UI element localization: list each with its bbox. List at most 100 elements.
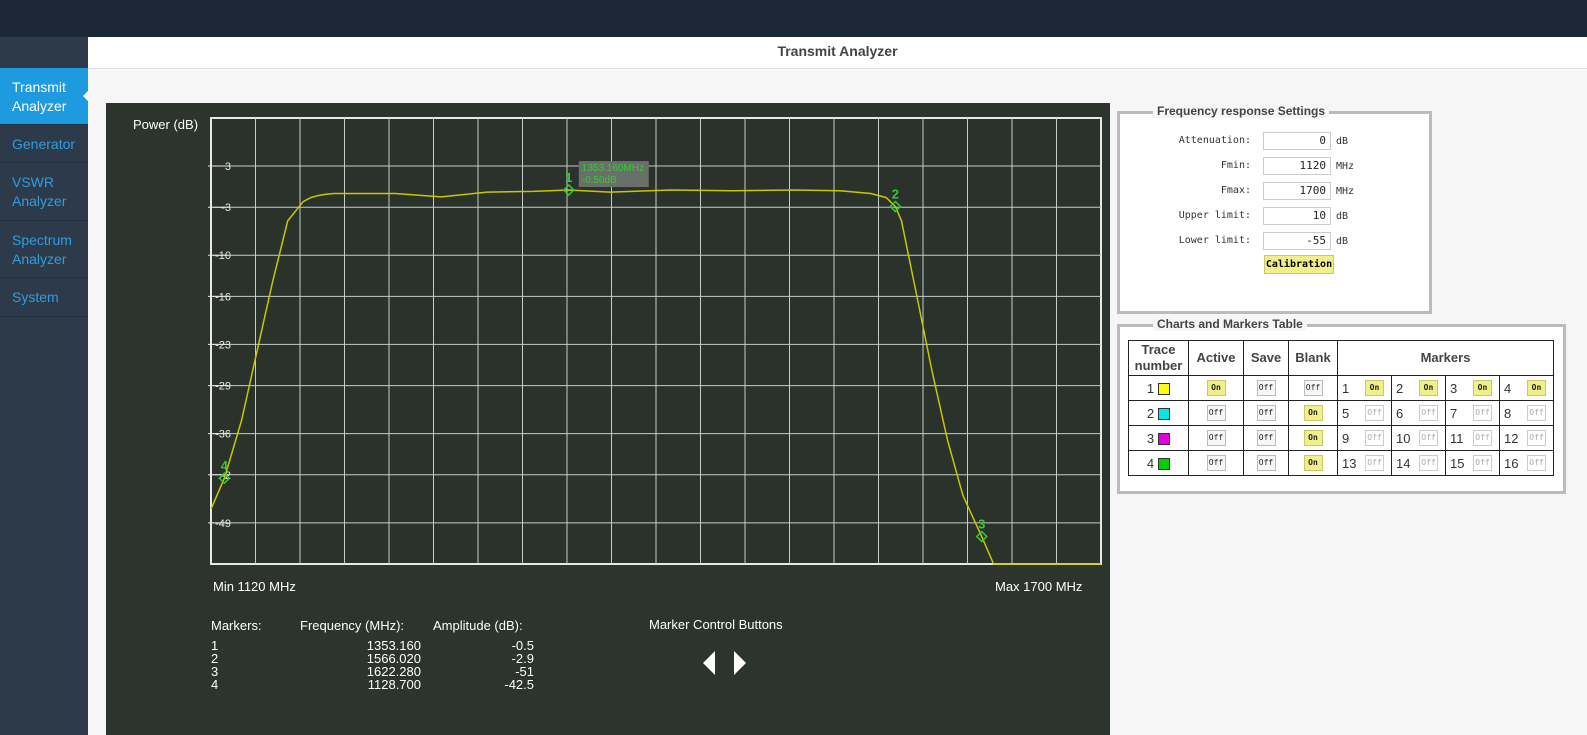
marker-cell: 10 Off: [1391, 425, 1446, 451]
save-cell: Off: [1243, 450, 1289, 476]
trace-number: 3: [1146, 430, 1155, 446]
y-tick-label: -3: [221, 202, 231, 214]
markers-column-header: Markers:: [211, 618, 262, 633]
marker-toggle[interactable]: Off: [1419, 430, 1438, 447]
marker-cell: 2 On: [1391, 375, 1446, 401]
trace-row: 1 On Off Off 1 On 2 On 3 On 4 On: [1128, 375, 1554, 401]
fmin-input[interactable]: 1120: [1263, 157, 1331, 175]
attenuation-unit: dB: [1336, 136, 1349, 147]
marker-cell: 8 Off: [1499, 400, 1554, 426]
marker-toggle[interactable]: Off: [1473, 430, 1492, 447]
amplitude-column-header: Amplitude (dB):: [433, 618, 523, 633]
trace-row: 3 Off Off On 9 Off 10 Off 11 Off 12 Off: [1128, 425, 1554, 451]
traces-table: Trace number Active Save Blank Markers 1O…: [1128, 340, 1554, 476]
marker-number: 12: [1504, 430, 1519, 446]
marker-id: 4: [211, 677, 219, 692]
chart-panel: 3 -3 -10 -16 -23 -29 -36 -2 -49 1353.160MHz -0.50d…: [106, 103, 1110, 735]
trace-color-swatch: [1158, 408, 1171, 421]
marker-cell: 13 Off: [1337, 450, 1392, 476]
save-cell: Off: [1243, 425, 1289, 451]
attenuation-label: Attenuation:: [1178, 135, 1251, 146]
marker-cell: 4 On: [1499, 375, 1554, 401]
fmax-input[interactable]: 1700: [1263, 182, 1331, 200]
sidebar-item-generator[interactable]: Generator: [0, 125, 88, 163]
sidebar-item-spectrum-analyzer[interactable]: Spectrum Analyzer: [0, 221, 88, 278]
attenuation-input[interactable]: 0: [1263, 132, 1331, 150]
trace-active-toggle[interactable]: Off: [1206, 455, 1226, 472]
marker-cell: 6 Off: [1391, 400, 1446, 426]
trace-color-swatch: [1158, 458, 1171, 471]
trace-number: 2: [1146, 405, 1155, 421]
top-bar: [0, 0, 1587, 37]
marker-toggle[interactable]: Off: [1419, 405, 1438, 422]
marker-toggle[interactable]: On: [1473, 380, 1492, 397]
marker-number: 11: [1450, 430, 1464, 446]
y-tick-label: -23: [215, 339, 231, 351]
upper-limit-unit: dB: [1336, 211, 1349, 222]
frequency-response-chart[interactable]: 3-3-10-16-23-29-36-2-491353.160MHz-0.50d…: [106, 103, 1110, 735]
marker-number: 7: [1450, 405, 1458, 421]
trace-active-toggle[interactable]: On: [1206, 380, 1226, 397]
fmax-label: Fmax:: [1220, 185, 1251, 196]
marker-cell: 3 On: [1445, 375, 1500, 401]
marker-tooltip-frequency: 1353.160MHz: [582, 163, 644, 174]
marker-label: 4: [221, 458, 229, 473]
attenuation-row: Attenuation: 0 dB: [1120, 132, 1429, 152]
marker-label: 2: [892, 187, 899, 202]
marker-frequency: 1128.700: [367, 677, 421, 692]
marker-number: 15: [1450, 455, 1465, 471]
trace-number: 4: [1146, 455, 1155, 471]
trace-blank-toggle[interactable]: Off: [1303, 380, 1323, 397]
trace-number-cell: 1: [1128, 375, 1189, 401]
marker-number: 2: [1396, 380, 1404, 396]
marker-next-button[interactable]: [734, 651, 746, 675]
marker-toggle[interactable]: Off: [1365, 430, 1384, 447]
trace-blank-toggle[interactable]: On: [1303, 455, 1323, 472]
trace-number-cell: 2: [1128, 400, 1189, 426]
trace-active-toggle[interactable]: Off: [1206, 430, 1226, 447]
lower-limit-input[interactable]: -55: [1263, 232, 1331, 250]
marker-number: 6: [1396, 405, 1404, 421]
sidebar-item-label: Analyzer: [12, 98, 67, 114]
marker-toggle[interactable]: Off: [1365, 405, 1384, 422]
marker-toggle[interactable]: Off: [1473, 455, 1492, 472]
marker-toggle[interactable]: Off: [1527, 405, 1546, 422]
fmin-unit: MHz: [1336, 161, 1355, 172]
trace-save-toggle[interactable]: Off: [1256, 430, 1276, 447]
active-cell: Off: [1188, 425, 1244, 451]
trace-blank-toggle[interactable]: On: [1303, 405, 1323, 422]
lower-limit-label: Lower limit:: [1178, 235, 1251, 246]
marker-toggle[interactable]: Off: [1527, 430, 1546, 447]
marker-toggle[interactable]: Off: [1527, 455, 1546, 472]
marker-cell: 7 Off: [1445, 400, 1500, 426]
active-header: Active: [1188, 340, 1244, 376]
trace-color-swatch: [1158, 433, 1171, 446]
active-cell: On: [1188, 375, 1244, 401]
save-header: Save: [1243, 340, 1289, 376]
marker-cell: 15 Off: [1445, 450, 1500, 476]
sidebar-item-label: System: [12, 289, 59, 305]
trace-save-toggle[interactable]: Off: [1256, 405, 1276, 422]
marker-toggle[interactable]: On: [1365, 380, 1384, 397]
marker-number: 9: [1342, 430, 1350, 446]
min-frequency-label: Min 1120 MHz: [213, 579, 296, 594]
sidebar-item-label: VSWR: [12, 174, 54, 190]
trace-row: 4 Off Off On 13 Off 14 Off 15 Off 16 Off: [1128, 450, 1554, 476]
trace-save-toggle[interactable]: Off: [1256, 455, 1276, 472]
marker-prev-button[interactable]: [703, 651, 715, 675]
marker-toggle[interactable]: On: [1419, 380, 1438, 397]
trace-active-toggle[interactable]: Off: [1206, 405, 1226, 422]
marker-label: 1: [565, 170, 572, 185]
marker-toggle[interactable]: Off: [1419, 455, 1438, 472]
marker-toggle[interactable]: On: [1527, 380, 1546, 397]
trace-save-toggle[interactable]: Off: [1256, 380, 1276, 397]
sidebar-item-system[interactable]: System: [0, 278, 88, 317]
marker-toggle[interactable]: Off: [1473, 405, 1492, 422]
trace-blank-toggle[interactable]: On: [1303, 430, 1323, 447]
sidebar-item-transmit-analyzer[interactable]: Transmit Analyzer: [0, 68, 89, 125]
upper-limit-input[interactable]: 10: [1263, 207, 1331, 225]
trace-color-swatch: [1158, 383, 1171, 396]
sidebar-item-vswr-analyzer[interactable]: VSWR Analyzer: [0, 163, 88, 221]
marker-toggle[interactable]: Off: [1365, 455, 1384, 472]
calibration-button[interactable]: Calibration: [1264, 255, 1334, 274]
